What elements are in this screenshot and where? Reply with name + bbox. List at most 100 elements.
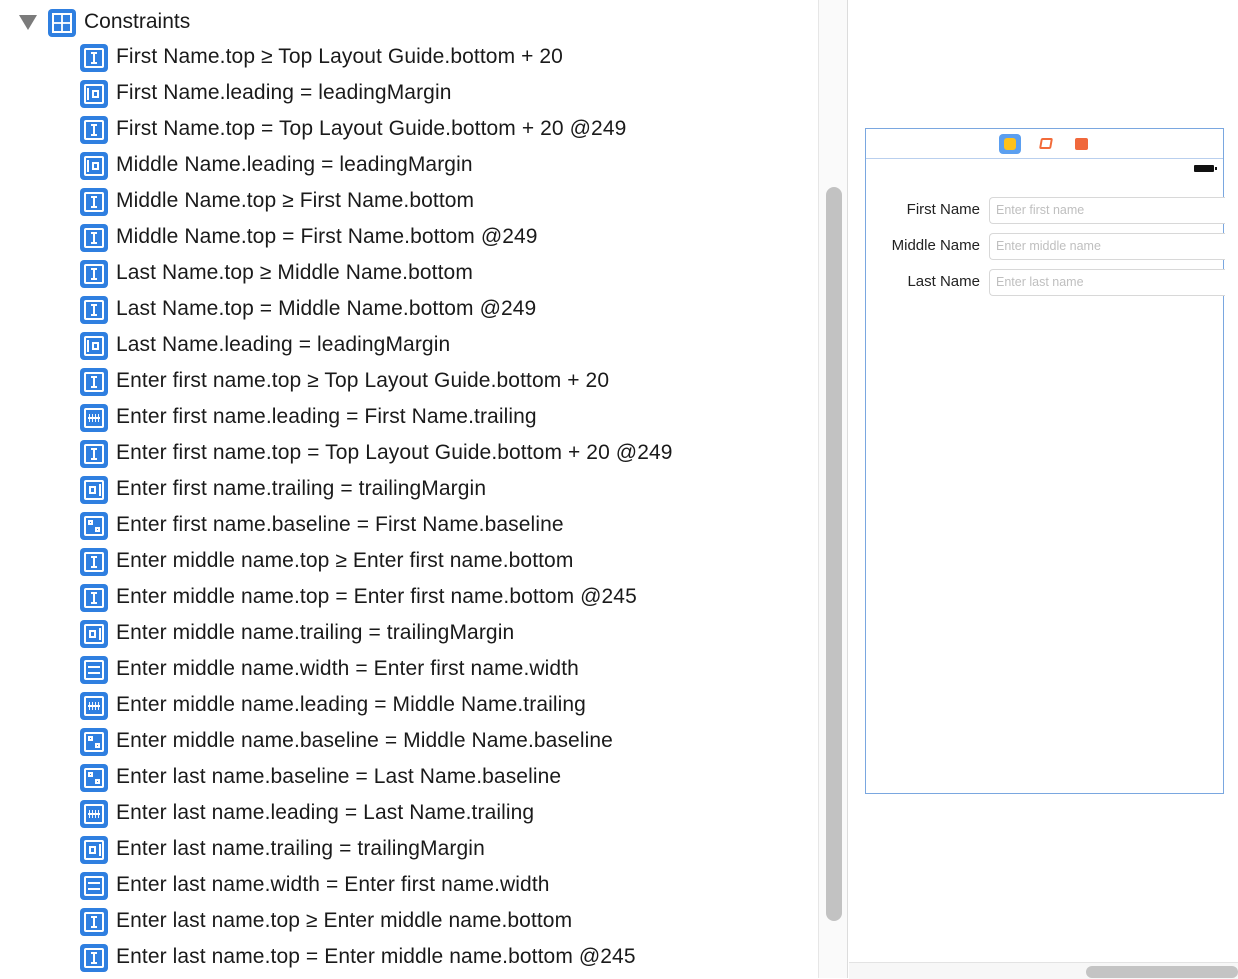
constraint-vertical-icon xyxy=(80,440,108,468)
constraint-row[interactable]: Middle Name.top = First Name.bottom @249 xyxy=(0,220,818,256)
constraint-spacing-icon xyxy=(80,692,108,720)
constraints-group-icon xyxy=(48,9,76,37)
constraint-label: First Name.top = Top Layout Guide.bottom… xyxy=(116,117,627,140)
constraint-vertical-icon xyxy=(80,44,108,72)
constraint-vertical-icon xyxy=(80,944,108,972)
form-label: Last Name xyxy=(907,273,980,290)
view-controller-icon[interactable] xyxy=(999,134,1021,154)
outline-scrollbar-thumb[interactable] xyxy=(826,187,842,921)
view-controller-scene[interactable]: First Name Enter first name Middle Name Ent… xyxy=(865,128,1225,794)
exit-icon[interactable] xyxy=(1070,134,1092,154)
constraint-row[interactable]: First Name.top ≥ Top Layout Guide.bottom… xyxy=(0,40,818,76)
constraint-label: First Name.leading = leadingMargin xyxy=(116,81,452,104)
constraint-row[interactable]: Enter first name.trailing = trailingMarg… xyxy=(0,472,818,508)
text-field-placeholder: Enter first name xyxy=(996,203,1085,217)
constraint-vertical-icon xyxy=(80,224,108,252)
constraint-row[interactable]: Enter middle name.top ≥ Enter first name… xyxy=(0,544,818,580)
constraint-label: Last Name.top ≥ Middle Name.bottom xyxy=(116,261,473,284)
constraint-row[interactable]: First Name.leading = leadingMargin xyxy=(0,76,818,112)
constraint-label: Enter middle name.width = Enter first na… xyxy=(116,657,579,680)
constraint-vertical-icon xyxy=(80,584,108,612)
constraint-row[interactable]: First Name.top = Top Layout Guide.bottom… xyxy=(0,112,818,148)
constraint-row[interactable]: Enter middle name.trailing = trailingMar… xyxy=(0,616,818,652)
constraints-group-label: Constraints xyxy=(84,10,191,33)
constraint-row[interactable]: Enter middle name.leading = Middle Name.… xyxy=(0,688,818,724)
first-responder-icon[interactable] xyxy=(1035,134,1057,154)
constraint-label: Enter first name.baseline = First Name.b… xyxy=(116,513,564,536)
text-field[interactable]: Enter last name xyxy=(989,269,1225,296)
constraints-group-row[interactable]: Constraints xyxy=(0,4,818,40)
constraint-vertical-icon xyxy=(80,548,108,576)
constraint-row[interactable]: Last Name.top = Middle Name.bottom @249 xyxy=(0,292,818,328)
constraint-label: Last Name.top = Middle Name.bottom @249 xyxy=(116,297,537,320)
constraint-label: Enter last name.trailing = trailingMargi… xyxy=(116,837,485,860)
constraint-leading-margin-icon xyxy=(80,152,108,180)
constraint-row[interactable]: Enter last name.top = Enter middle name.… xyxy=(0,940,818,976)
form-label: First Name xyxy=(906,201,980,218)
constraint-trailing-margin-icon xyxy=(80,836,108,864)
constraint-leading-margin-icon xyxy=(80,80,108,108)
constraint-spacing-icon xyxy=(80,800,108,828)
constraint-baseline-icon xyxy=(80,764,108,792)
constraint-label: Enter last name.top = Enter middle name.… xyxy=(116,945,636,968)
constraint-vertical-icon xyxy=(80,368,108,396)
constraint-row[interactable]: Enter first name.leading = First Name.tr… xyxy=(0,400,818,436)
constraint-label: Middle Name.leading = leadingMargin xyxy=(116,153,473,176)
constraint-row[interactable]: Enter first name.baseline = First Name.b… xyxy=(0,508,818,544)
constraint-vertical-icon xyxy=(80,908,108,936)
document-outline: Constraints First Name.top ≥ Top Layout … xyxy=(0,0,818,978)
constraint-label: Enter first name.trailing = trailingMarg… xyxy=(116,477,487,500)
constraint-label: Middle Name.top ≥ First Name.bottom xyxy=(116,189,475,212)
constraint-row[interactable]: Enter middle name.top = Enter first name… xyxy=(0,580,818,616)
constraint-vertical-icon xyxy=(80,260,108,288)
constraint-label: Enter middle name.leading = Middle Name.… xyxy=(116,693,586,716)
constraint-row[interactable]: Enter last name.baseline = Last Name.bas… xyxy=(0,760,818,796)
constraint-row[interactable]: Enter last name.width = Enter first name… xyxy=(0,868,818,904)
constraint-label: Enter last name.width = Enter first name… xyxy=(116,873,550,896)
constraint-label: Enter last name.leading = Last Name.trai… xyxy=(116,801,535,824)
constraint-label: Enter middle name.baseline = Middle Name… xyxy=(116,729,613,752)
constraint-vertical-icon xyxy=(80,188,108,216)
constraint-label: Middle Name.top = First Name.bottom @249 xyxy=(116,225,538,248)
constraint-trailing-margin-icon xyxy=(80,620,108,648)
constraint-label: Enter first name.leading = First Name.tr… xyxy=(116,405,537,428)
constraint-row[interactable]: Middle Name.leading = leadingMargin xyxy=(0,148,818,184)
disclosure-triangle-icon[interactable] xyxy=(19,15,37,30)
constraint-vertical-icon xyxy=(80,296,108,324)
constraint-row[interactable]: Enter last name.leading = Last Name.trai… xyxy=(0,796,818,832)
text-field-placeholder: Enter last name xyxy=(996,275,1084,289)
constraint-label: Enter last name.top ≥ Enter middle name.… xyxy=(116,909,573,932)
constraint-row[interactable]: Enter first name.top ≥ Top Layout Guide.… xyxy=(0,364,818,400)
constraint-label: Enter first name.top ≥ Top Layout Guide.… xyxy=(116,369,610,392)
constraint-row[interactable]: Enter last name.trailing = trailingMargi… xyxy=(0,832,818,868)
constraint-width-icon xyxy=(80,656,108,684)
constraint-baseline-icon xyxy=(80,512,108,540)
constraint-spacing-icon xyxy=(80,404,108,432)
text-field[interactable]: Enter middle name xyxy=(989,233,1225,260)
scene-dock xyxy=(866,129,1223,159)
constraint-trailing-margin-icon xyxy=(80,476,108,504)
constraint-baseline-icon xyxy=(80,728,108,756)
canvas-horizontal-scrollbar-thumb[interactable] xyxy=(1086,966,1238,978)
constraint-label: Last Name.leading = leadingMargin xyxy=(116,333,451,356)
constraint-row[interactable]: Enter first name.top = Top Layout Guide.… xyxy=(0,436,818,472)
constraint-leading-margin-icon xyxy=(80,332,108,360)
constraint-label: Enter first name.top = Top Layout Guide.… xyxy=(116,441,673,464)
constraint-row[interactable]: Enter middle name.baseline = Middle Name… xyxy=(0,724,818,760)
text-field[interactable]: Enter first name xyxy=(989,197,1225,224)
constraint-row[interactable]: Enter last name.top ≥ Enter middle name.… xyxy=(0,904,818,940)
constraint-row[interactable]: Last Name.leading = leadingMargin xyxy=(0,328,818,364)
constraint-vertical-icon xyxy=(80,116,108,144)
battery-icon xyxy=(1194,165,1217,172)
constraint-width-icon xyxy=(80,872,108,900)
constraint-row[interactable]: Middle Name.top ≥ First Name.bottom xyxy=(0,184,818,220)
form-label: Middle Name xyxy=(891,237,980,254)
constraint-label: Enter middle name.top = Enter first name… xyxy=(116,585,637,608)
constraint-label: Enter middle name.trailing = trailingMar… xyxy=(116,621,515,644)
constraint-row[interactable]: Enter middle name.width = Enter first na… xyxy=(0,652,818,688)
constraint-row[interactable]: Last Name.top ≥ Middle Name.bottom xyxy=(0,256,818,292)
text-field-placeholder: Enter middle name xyxy=(996,239,1101,253)
constraint-label: Enter last name.baseline = Last Name.bas… xyxy=(116,765,562,788)
constraint-label: Enter middle name.top ≥ Enter first name… xyxy=(116,549,574,572)
constraint-label: First Name.top ≥ Top Layout Guide.bottom… xyxy=(116,45,563,68)
